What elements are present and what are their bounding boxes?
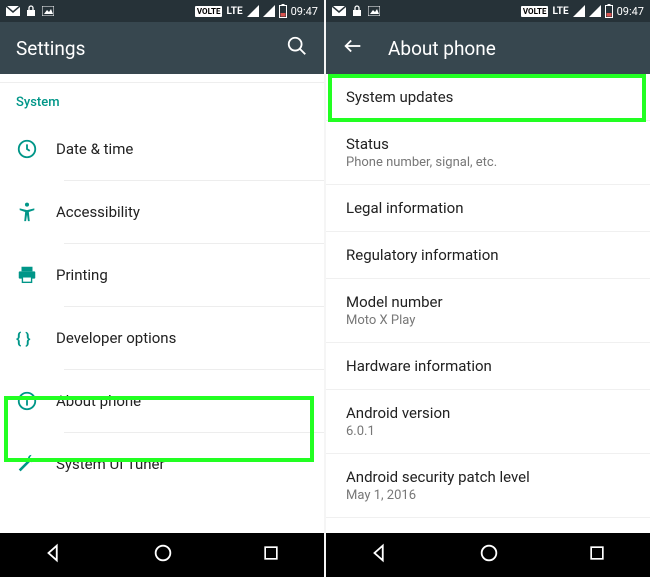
back-arrow[interactable]: [342, 35, 364, 61]
about-status[interactable]: Status Phone number, signal, etc.: [326, 121, 650, 185]
settings-item-datetime[interactable]: Date & time: [0, 118, 324, 180]
settings-item-printing[interactable]: Printing: [0, 244, 324, 306]
about-title: System updates: [346, 88, 630, 106]
about-sub: Phone number, signal, etc.: [346, 155, 630, 170]
section-system: System: [0, 82, 324, 118]
about-system-updates[interactable]: System updates: [326, 74, 650, 121]
status-bar: VOLTE LTE 09:47: [0, 0, 324, 22]
nav-recent[interactable]: [587, 543, 607, 567]
phone-right: VOLTE LTE 09:47 About phone System updat…: [326, 0, 650, 577]
battery-icon: [279, 4, 287, 18]
nav-bar: [0, 533, 324, 577]
battery-icon: [605, 4, 613, 18]
about-android-version[interactable]: Android version 6.0.1: [326, 390, 650, 454]
signal-icon-2: [589, 5, 601, 17]
about-title: Hardware information: [346, 357, 630, 375]
settings-item-tuner[interactable]: System UI Tuner: [0, 433, 324, 495]
settings-label: Date & time: [56, 140, 133, 158]
status-time: 09:47: [617, 5, 644, 18]
volte-badge: VOLTE: [521, 6, 549, 17]
nav-back[interactable]: [43, 542, 65, 568]
lte-text: LTE: [226, 6, 242, 17]
about-title: Android security patch level: [346, 468, 630, 486]
about-hardware[interactable]: Hardware information: [326, 343, 650, 390]
signal-icon-2: [263, 5, 275, 17]
signal-icon: [247, 5, 259, 17]
settings-list: System Date & time Accessibility Printin…: [0, 74, 324, 533]
gmail-icon: [6, 6, 20, 16]
nav-back[interactable]: [369, 542, 391, 568]
about-regulatory[interactable]: Regulatory information: [326, 232, 650, 279]
wrench-icon: [16, 453, 56, 475]
settings-item-about[interactable]: About phone: [0, 370, 324, 432]
about-title: Baseband version: [346, 532, 630, 533]
picture-icon: [42, 6, 54, 16]
about-sub: 6.0.1: [346, 424, 630, 439]
about-sub: May 1, 2016: [346, 488, 630, 503]
about-title: Android version: [346, 404, 630, 422]
settings-label: Printing: [56, 266, 108, 284]
about-title: Regulatory information: [346, 246, 630, 264]
lock-icon: [352, 5, 362, 17]
app-title: About phone: [388, 37, 634, 60]
braces-icon: { }: [16, 329, 56, 348]
volte-badge: VOLTE: [195, 6, 223, 17]
printer-icon: [16, 264, 56, 286]
lock-icon: [26, 5, 36, 17]
settings-label: System UI Tuner: [56, 455, 165, 473]
app-bar: About phone: [326, 22, 650, 74]
signal-icon: [573, 5, 585, 17]
settings-item-accessibility[interactable]: Accessibility: [0, 181, 324, 243]
phone-left: VOLTE LTE 09:47 Settings System Date & t…: [0, 0, 324, 577]
clock-icon: [16, 138, 56, 160]
status-time: 09:47: [291, 5, 318, 18]
search-icon[interactable]: [286, 35, 308, 61]
info-icon: [16, 390, 56, 412]
nav-home[interactable]: [478, 542, 500, 568]
about-list: System updates Status Phone number, sign…: [326, 74, 650, 533]
about-title: Legal information: [346, 199, 630, 217]
settings-label: Developer options: [56, 329, 176, 347]
nav-recent[interactable]: [261, 543, 281, 567]
about-model[interactable]: Model number Moto X Play: [326, 279, 650, 343]
about-security-patch[interactable]: Android security patch level May 1, 2016: [326, 454, 650, 518]
accessibility-icon: [16, 201, 56, 223]
picture-icon: [368, 6, 380, 16]
settings-label: About phone: [56, 392, 141, 410]
settings-label: Accessibility: [56, 203, 140, 221]
about-baseband[interactable]: Baseband version: [326, 518, 650, 533]
nav-bar: [326, 533, 650, 577]
about-title: Model number: [346, 293, 630, 311]
about-legal[interactable]: Legal information: [326, 185, 650, 232]
nav-home[interactable]: [152, 542, 174, 568]
gmail-icon: [332, 6, 346, 16]
status-bar: VOLTE LTE 09:47: [326, 0, 650, 22]
settings-item-developer[interactable]: { } Developer options: [0, 307, 324, 369]
app-title: Settings: [16, 37, 262, 60]
about-sub: Moto X Play: [346, 313, 630, 328]
app-bar: Settings: [0, 22, 324, 74]
about-title: Status: [346, 135, 630, 153]
lte-text: LTE: [552, 6, 568, 17]
